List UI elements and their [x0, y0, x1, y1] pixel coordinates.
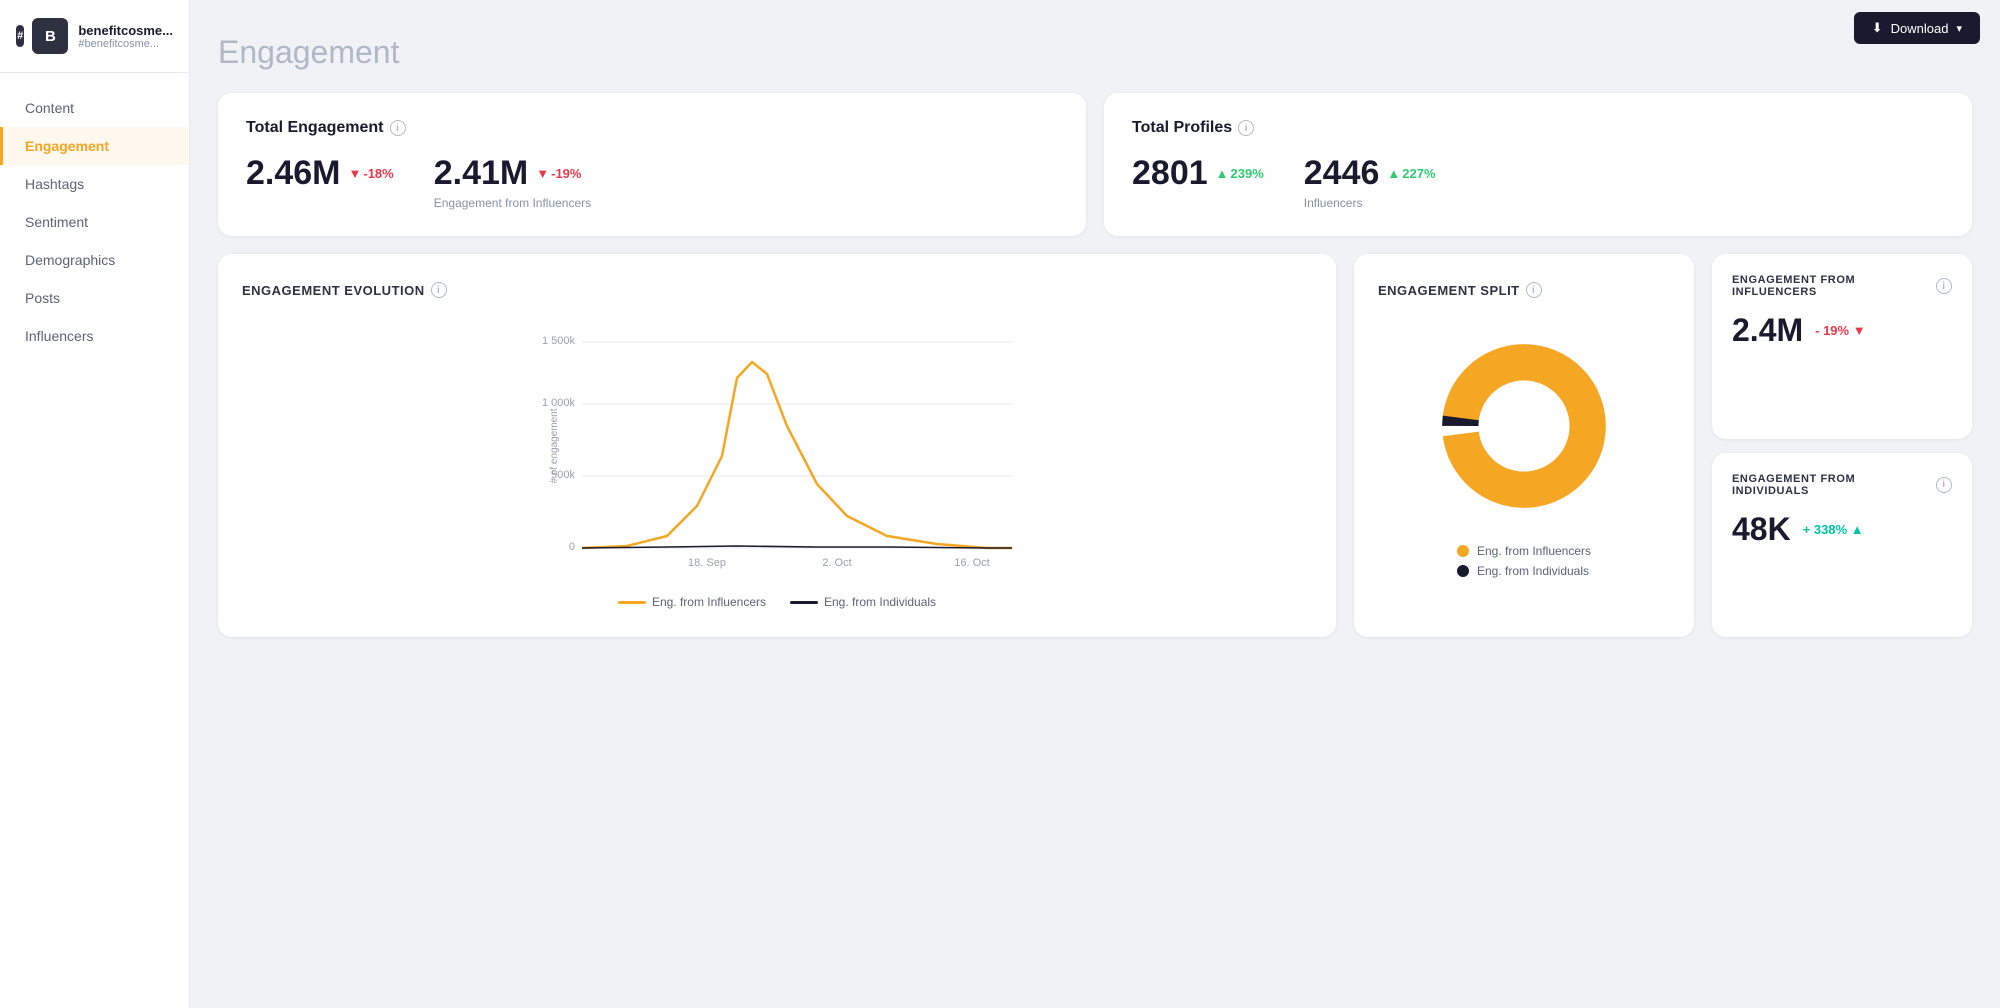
sidebar-item-influencers[interactable]: Influencers: [0, 317, 189, 355]
side-individuals-change: + 338% ▲: [1803, 522, 1864, 537]
side-card-influencers: ENGAGEMENT FROM INFLUENCERS i 2.4M - 19%…: [1712, 254, 1972, 439]
download-button[interactable]: ⬇ Download ▾: [1854, 12, 1980, 44]
svg-text:1 000k: 1 000k: [542, 397, 576, 409]
profiles-change-2: ▲ 227%: [1387, 167, 1435, 181]
sidebar-item-demographics[interactable]: Demographics: [0, 241, 189, 279]
donut-chart: [1424, 326, 1624, 526]
engagement-split-title: ENGAGEMENT SPLIT i: [1378, 282, 1670, 298]
total-profiles-values: 2801 ▲ 239% 2446 ▲ 227% Influencers: [1132, 155, 1944, 210]
download-label: Download: [1891, 21, 1949, 36]
profiles-big-1: 2801 ▲ 239%: [1132, 155, 1264, 192]
total-engagement-title: Total Engagement i: [246, 119, 1058, 137]
profiles-big-2: 2446 ▲ 227%: [1304, 155, 1436, 192]
side-cards: ENGAGEMENT FROM INFLUENCERS i 2.4M - 19%…: [1712, 254, 1972, 637]
sidebar-header: # B benefitcosme... #benefitcosme...: [0, 0, 189, 73]
donut-legend: Eng. from Influencers Eng. from Individu…: [1457, 544, 1591, 578]
sidebar-item-content[interactable]: Content: [0, 89, 189, 127]
donut-chart-container: Eng. from Influencers Eng. from Individu…: [1378, 316, 1670, 588]
svg-text:16. Oct: 16. Oct: [954, 557, 989, 569]
sidebar-item-hashtags[interactable]: Hashtags: [0, 165, 189, 203]
profiles-value-2: 2446 ▲ 227% Influencers: [1304, 155, 1436, 210]
side-card-influencers-value: 2.4M - 19% ▼: [1732, 312, 1952, 349]
donut-influencers-dot: [1457, 545, 1469, 557]
engagement-big-2: 2.41M ▼ -19%: [434, 155, 591, 192]
side-card-influencers-title: ENGAGEMENT FROM INFLUENCERS i: [1732, 274, 1952, 298]
brand-info: benefitcosme... #benefitcosme...: [78, 23, 173, 50]
svg-text:0: 0: [569, 541, 575, 553]
top-bar: ⬇ Download ▾: [1834, 0, 2000, 56]
avatar: B: [32, 18, 68, 54]
engagement-evolution-card: ENGAGEMENT EVOLUTION i 1 500k 1 000k 500…: [218, 254, 1336, 637]
sidebar-item-engagement[interactable]: Engagement: [0, 127, 189, 165]
engagement-split-card: ENGAGEMENT SPLIT i Eng. from Influence: [1354, 254, 1694, 637]
evolution-info-icon[interactable]: i: [431, 282, 447, 298]
brand-name: benefitcosme...: [78, 23, 173, 38]
engagement-evolution-title: ENGAGEMENT EVOLUTION i: [242, 282, 1312, 298]
svg-text:1 500k: 1 500k: [542, 335, 576, 347]
donut-legend-influencers: Eng. from Influencers: [1457, 544, 1591, 558]
svg-text:18. Sep: 18. Sep: [688, 557, 726, 569]
profiles-change-1: ▲ 239%: [1216, 167, 1264, 181]
side-card-individuals-title: ENGAGEMENT FROM INDIVIDUALS i: [1732, 473, 1952, 497]
brand-handle: #benefitcosme...: [78, 38, 173, 50]
metric-cards-row: Total Engagement i 2.46M ▼ -18% 2.41M: [218, 93, 1972, 236]
split-info-icon[interactable]: i: [1526, 282, 1542, 298]
donut-legend-individuals: Eng. from Individuals: [1457, 564, 1591, 578]
total-engagement-card: Total Engagement i 2.46M ▼ -18% 2.41M: [218, 93, 1086, 236]
sidebar-item-posts[interactable]: Posts: [0, 279, 189, 317]
engagement-sub-2: Engagement from Influencers: [434, 196, 591, 210]
legend-individuals: Eng. from Individuals: [790, 595, 936, 609]
sidebar: # B benefitcosme... #benefitcosme... Con…: [0, 0, 190, 1008]
total-engagement-values: 2.46M ▼ -18% 2.41M ▼ -19% Engagement fro…: [246, 155, 1058, 210]
engagement-big-1: 2.46M ▼ -18%: [246, 155, 394, 192]
legend-individuals-dot: [790, 601, 818, 604]
side-influencers-change: - 19% ▼: [1815, 323, 1865, 338]
page-title: Engagement: [218, 34, 1972, 71]
legend-influencers-dot: [618, 601, 646, 604]
svg-text:# of engagement: # of engagement: [549, 409, 560, 484]
donut-individuals-dot: [1457, 565, 1469, 577]
hashtag-icon: #: [16, 25, 24, 47]
evolution-legend: Eng. from Influencers Eng. from Individu…: [242, 595, 1312, 609]
legend-influencers: Eng. from Influencers: [618, 595, 766, 609]
sidebar-item-sentiment[interactable]: Sentiment: [0, 203, 189, 241]
main-content: ⬇ Download ▾ Engagement Total Engagement…: [190, 0, 2000, 1008]
svg-text:2. Oct: 2. Oct: [822, 557, 851, 569]
side-influencers-info-icon[interactable]: i: [1936, 278, 1952, 294]
dropdown-arrow-icon: ▾: [1956, 22, 1962, 35]
engagement-value-1: 2.46M ▼ -18%: [246, 155, 394, 192]
total-profiles-title: Total Profiles i: [1132, 119, 1944, 137]
engagement-change-1: ▼ -18%: [349, 167, 394, 181]
engagement-evolution-chart: 1 500k 1 000k 500k 0 # of engagement: [242, 316, 1312, 609]
download-icon: ⬇: [1872, 20, 1883, 36]
total-profiles-card: Total Profiles i 2801 ▲ 239% 2446: [1104, 93, 1972, 236]
profiles-sub-2: Influencers: [1304, 196, 1436, 210]
total-engagement-info-icon[interactable]: i: [390, 120, 406, 136]
side-card-individuals-value: 48K + 338% ▲: [1732, 511, 1952, 548]
engagement-change-2: ▼ -19%: [536, 167, 581, 181]
side-individuals-info-icon[interactable]: i: [1936, 477, 1952, 493]
charts-row: ENGAGEMENT EVOLUTION i 1 500k 1 000k 500…: [218, 254, 1972, 637]
engagement-value-2: 2.41M ▼ -19% Engagement from Influencers: [434, 155, 591, 210]
total-profiles-info-icon[interactable]: i: [1238, 120, 1254, 136]
profiles-value-1: 2801 ▲ 239%: [1132, 155, 1264, 192]
side-card-individuals: ENGAGEMENT FROM INDIVIDUALS i 48K + 338%…: [1712, 453, 1972, 638]
sidebar-nav: ContentEngagementHashtagsSentimentDemogr…: [0, 73, 189, 1008]
